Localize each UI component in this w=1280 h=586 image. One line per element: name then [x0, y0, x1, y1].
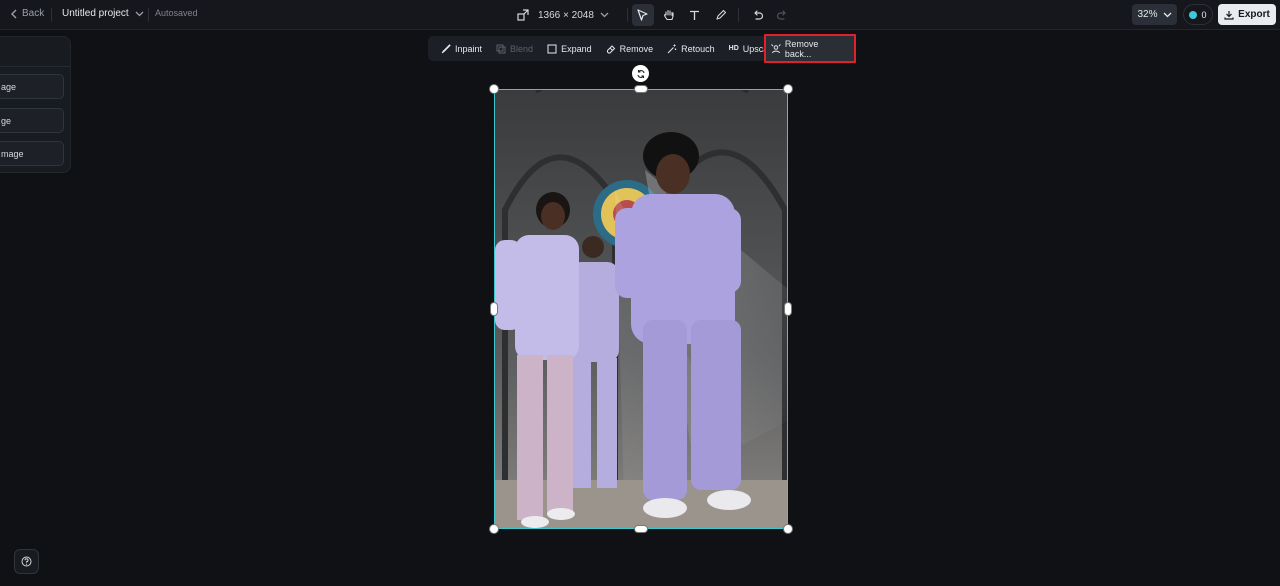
text-tool[interactable] — [684, 4, 706, 26]
eraser-icon — [606, 44, 615, 53]
remove-button[interactable]: Remove — [599, 36, 661, 61]
pen-icon — [716, 9, 726, 20]
export-label: Export — [1238, 9, 1270, 20]
hand-icon — [663, 9, 674, 21]
rotate-handle[interactable] — [632, 65, 649, 82]
help-button[interactable] — [14, 549, 39, 574]
credits-count: 0 — [1201, 9, 1207, 20]
resize-handle-bottom-left[interactable] — [490, 525, 498, 533]
expand-button[interactable]: Expand — [540, 36, 599, 61]
help-icon — [21, 556, 32, 567]
divider — [51, 8, 52, 22]
credits-icon — [1189, 10, 1198, 19]
redo-button[interactable] — [771, 4, 793, 26]
resize-handle-bottom[interactable] — [635, 526, 647, 532]
divider — [626, 8, 628, 22]
brush-icon — [441, 43, 451, 53]
canvas-photo[interactable] — [494, 89, 788, 529]
top-bar: Back Untitled project Autosaved 1366 × 2… — [0, 0, 1280, 30]
side-panel-item[interactable]: mage — [0, 141, 64, 166]
retouch-button[interactable]: Retouch — [660, 36, 722, 61]
back-label: Back — [22, 8, 45, 19]
side-panel-item[interactable]: ge — [0, 108, 64, 133]
resize-handle-top[interactable] — [635, 86, 647, 92]
image-edit-toolbar: Inpaint Blend Expand Remove Retouch HD U… — [428, 34, 856, 63]
hd-icon: HD — [728, 45, 739, 52]
divider — [0, 66, 70, 67]
resize-handle-top-left[interactable] — [490, 85, 498, 93]
divider — [148, 8, 149, 22]
inpaint-button[interactable]: Inpaint — [434, 36, 489, 61]
undo-button[interactable] — [747, 4, 769, 26]
chevron-down-icon — [600, 12, 609, 18]
credits-badge[interactable]: 0 — [1183, 4, 1213, 25]
resize-handle-left[interactable] — [491, 303, 497, 315]
resize-handle-bottom-right[interactable] — [784, 525, 792, 533]
remove-background-label: Remove back... — [784, 38, 819, 59]
canvas-size-dropdown[interactable]: 1366 × 2048 — [538, 10, 609, 21]
expand-label: Expand — [561, 43, 592, 54]
dancers-photo — [495, 90, 787, 528]
resize-handle-right[interactable] — [785, 303, 791, 315]
divider — [737, 8, 739, 22]
redo-icon — [776, 9, 786, 20]
blend-button[interactable]: Blend — [489, 36, 540, 61]
project-name-dropdown[interactable]: Untitled project — [62, 8, 144, 19]
back-button[interactable]: Back — [10, 8, 44, 19]
remove-label: Remove — [619, 43, 654, 54]
undo-icon — [754, 9, 763, 20]
remove-background-icon — [771, 43, 781, 53]
canvas-image-selection[interactable] — [494, 89, 788, 529]
zoom-level: 32% — [1137, 9, 1158, 20]
side-panel-item-label: age — [1, 81, 17, 92]
project-name: Untitled project — [62, 8, 129, 19]
blend-label: Blend — [510, 43, 534, 54]
resize-handle-top-right[interactable] — [784, 85, 792, 93]
zoom-dropdown[interactable]: 32% — [1132, 4, 1177, 25]
remove-background-button[interactable]: Remove back... — [764, 34, 856, 63]
rotate-icon — [636, 69, 645, 78]
magic-wand-icon — [667, 44, 677, 53]
blend-icon — [496, 44, 506, 53]
inpaint-label: Inpaint — [455, 43, 483, 54]
canvas-tools: 1366 × 2048 — [512, 4, 793, 26]
side-panel-item-label: ge — [1, 115, 12, 126]
draw-tool[interactable] — [710, 4, 732, 26]
export-button[interactable]: Export — [1218, 4, 1276, 25]
retouch-label: Retouch — [681, 43, 715, 54]
cursor-icon — [637, 9, 648, 21]
chevron-down-icon — [135, 11, 144, 16]
expand-icon — [547, 44, 557, 53]
side-panel: age ge mage — [0, 36, 71, 173]
canvas-dimensions: 1366 × 2048 — [538, 9, 594, 21]
resize-icon[interactable] — [512, 4, 534, 26]
download-icon — [1224, 10, 1234, 20]
hand-tool[interactable] — [658, 4, 680, 26]
text-icon — [690, 10, 700, 20]
chevron-left-icon — [11, 9, 17, 18]
side-panel-item-label: mage — [1, 148, 24, 159]
select-tool[interactable] — [631, 4, 654, 26]
side-panel-item[interactable]: age — [0, 74, 64, 99]
autosave-status: Autosaved — [155, 8, 198, 18]
chevron-down-icon — [1163, 12, 1171, 17]
